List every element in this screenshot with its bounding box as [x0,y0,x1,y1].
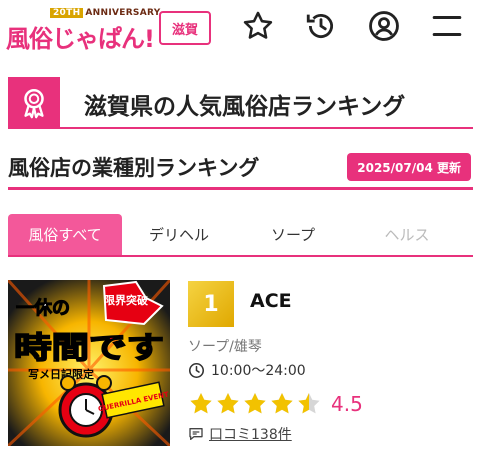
rating-star [298,392,320,414]
tab-deliheru[interactable]: デリヘル [122,214,236,255]
page-title: 滋賀県の人気風俗店ランキング [84,94,406,120]
shop-image-text-top: 一休の [16,297,70,319]
logo-anniversary: 20TH ANNIVERSARY [50,8,161,18]
rating-star [244,392,266,414]
section-title: 風俗店の業種別ランキング [8,156,260,180]
tab-all[interactable]: 風俗すべて [8,214,122,255]
shop-image-text-sub: 写メ日記限定 [28,367,94,381]
shop-thumbnail[interactable]: 限界突破 一休の 時間です 写メ日記限定 GUERRILLA EVENT [8,280,170,446]
site-logo[interactable]: 20TH ANNIVERSARY 風俗じゃぱん! [6,8,160,53]
shop-hours: 10:00〜24:00 [188,360,306,380]
shop-name[interactable]: ACE [250,290,292,312]
menu-icon[interactable] [427,6,467,46]
shop-genre-area: ソープ/雄琴 [188,339,262,355]
account-icon[interactable] [364,6,404,46]
favorite-star-icon[interactable] [238,6,278,46]
comment-icon [189,428,203,440]
rank-badge: 1 [188,281,234,327]
updated-date-badge: 2025/07/04 更新 [347,153,471,181]
rating-star [190,392,212,414]
shop-hours-text: 10:00〜24:00 [211,363,306,379]
clock-icon [188,362,205,378]
ranking-banner: 滋賀県の人気風俗店ランキング [8,77,473,129]
award-ribbon-icon [8,77,60,129]
shop-image-text-main: 時間です [14,331,164,366]
shop-rating: 4.5 [188,390,363,418]
section-heading: 風俗店の業種別ランキング 2025/07/04 更新 [8,150,473,190]
rating-star [217,392,239,414]
logo-name: 風俗じゃぱん! [6,25,155,53]
history-icon[interactable] [301,6,341,46]
rating-stars [188,391,323,417]
site-header: 20TH ANNIVERSARY 風俗じゃぱん! 滋賀 [0,0,480,56]
rating-star [271,392,293,414]
prefecture-button[interactable]: 滋賀 [159,11,211,45]
genre-tabs: 風俗すべて デリヘル ソープ ヘルス [8,214,473,257]
rating-score: 4.5 [331,392,363,416]
tab-soap[interactable]: ソープ [236,214,350,255]
reviews-count[interactable]: 口コミ138件 [209,424,292,444]
shop-reviews-link[interactable]: 口コミ138件 [188,424,292,444]
shop-image-badge-text: 限界突破 [104,293,148,307]
tab-health[interactable]: ヘルス [350,214,464,255]
